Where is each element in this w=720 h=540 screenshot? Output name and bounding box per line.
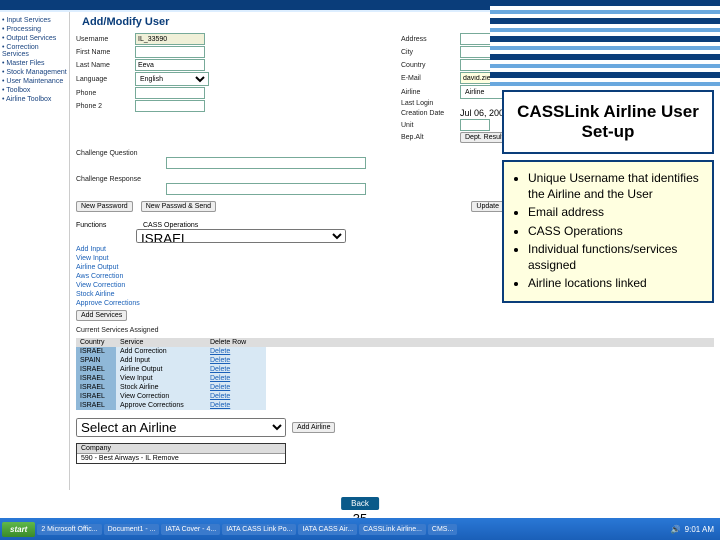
cell-country: ISRAEL	[76, 401, 116, 410]
delete-link[interactable]: Delete	[206, 392, 266, 401]
company-value: 590 - Best Airways - IL Remove	[77, 454, 285, 463]
sidebar-item[interactable]: Output Services	[2, 34, 67, 43]
services-table: Country Service Delete Row ISRAELAdd Cor…	[76, 338, 714, 410]
phone2-label: Phone 2	[76, 103, 131, 110]
taskbar-item[interactable]: 2 Microsoft Offic...	[37, 524, 101, 535]
taskbar-item[interactable]: IATA CASS Link Po...	[222, 524, 296, 535]
unit-input[interactable]	[460, 119, 490, 131]
delete-link[interactable]: Delete	[206, 347, 266, 356]
cell-country: ISRAEL	[76, 374, 116, 383]
back-button[interactable]: Back	[341, 497, 379, 510]
taskbar-item[interactable]: CASSLink Airline...	[359, 524, 426, 535]
city-label: City	[401, 49, 456, 56]
info-panel: CASSLink Airline User Set-up Unique User…	[502, 90, 714, 303]
functions-label: Functions	[76, 222, 131, 229]
cell-service: Approve Corrections	[116, 401, 206, 410]
sidebar-item[interactable]: Airline Toolbox	[2, 95, 67, 104]
delete-link[interactable]: Delete	[206, 383, 266, 392]
airline-select[interactable]: Select an Airline	[76, 418, 286, 437]
challenge-q-input[interactable]	[166, 157, 366, 169]
creation-label: Creation Date	[401, 110, 456, 117]
cell-country: ISRAEL	[76, 392, 116, 401]
add-airline-button[interactable]: Add Airline	[292, 422, 335, 433]
cell-country: SPAIN	[76, 356, 116, 365]
sidebar-item[interactable]: Toolbox	[2, 86, 67, 95]
taskbar-item[interactable]: Document1 - ...	[104, 524, 160, 535]
sidebar-item[interactable]: Master Files	[2, 59, 67, 68]
taskbar-item[interactable]: IATA Cover - 4...	[161, 524, 220, 535]
delete-link[interactable]: Delete	[206, 365, 266, 374]
bepalt-label: Bep.Alt	[401, 134, 456, 141]
cell-service: Stock Airline	[116, 383, 206, 392]
info-bullet: Email address	[528, 204, 702, 220]
cell-service: View Input	[116, 374, 206, 383]
country-label: Country	[401, 62, 456, 69]
language-select[interactable]: English	[135, 72, 209, 86]
new-password-button[interactable]: New Password	[76, 201, 133, 212]
sidebar-item[interactable]: User Maintenance	[2, 77, 67, 86]
lastlogin-label: Last Login	[401, 100, 456, 107]
first-label: First Name	[76, 49, 131, 56]
phone-label: Phone	[76, 90, 131, 97]
delete-link[interactable]: Delete	[206, 374, 266, 383]
table-row: ISRAELApprove CorrectionsDelete	[76, 401, 714, 410]
company-box: Company 590 - Best Airways - IL Remove	[76, 443, 286, 464]
last-label: Last Name	[76, 62, 131, 69]
sidebar-item[interactable]: Correction Services	[2, 43, 67, 59]
company-header: Company	[77, 444, 285, 454]
last-input[interactable]	[135, 59, 205, 71]
th-delete: Delete Row	[206, 338, 266, 347]
info-bullet: Airline locations linked	[528, 275, 702, 291]
cell-service: View Correction	[116, 392, 206, 401]
add-services-button[interactable]: Add Services	[76, 310, 127, 321]
clock: 9:01 AM	[685, 525, 714, 534]
tray-icon: 🔊	[671, 525, 681, 534]
info-title: CASSLink Airline User Set-up	[502, 90, 714, 154]
start-button[interactable]: start	[2, 522, 35, 537]
cell-service: Airline Output	[116, 365, 206, 374]
type-label: Airline	[401, 89, 456, 96]
th-service: Service	[116, 338, 206, 347]
cass-ops-label: CASS Operations	[143, 222, 198, 229]
sidebar-item[interactable]: Input Services	[2, 16, 67, 25]
cell-service: Add Input	[116, 356, 206, 365]
delete-link[interactable]: Delete	[206, 356, 266, 365]
sidebar: Add/Modify User Input ServicesProcessing…	[0, 12, 70, 490]
info-bullet: Unique Username that identifies the Airl…	[528, 170, 702, 202]
new-password-send-button[interactable]: New Passwd & Send	[141, 201, 216, 212]
sidebar-item[interactable]: Stock Management	[2, 68, 67, 77]
cell-service: Add Correction	[116, 347, 206, 356]
update-button[interactable]: Update	[471, 201, 504, 212]
table-row: ISRAELStock AirlineDelete	[76, 383, 714, 392]
address-label: Address	[401, 36, 456, 43]
sidebar-item[interactable]: Processing	[2, 25, 67, 34]
cell-country: ISRAEL	[76, 347, 116, 356]
username-input[interactable]	[135, 33, 205, 45]
delete-link[interactable]: Delete	[206, 401, 266, 410]
taskbar-item[interactable]: IATA CASS Air...	[298, 524, 357, 535]
taskbar-item[interactable]: CMS...	[428, 524, 457, 535]
cell-country: ISRAEL	[76, 383, 116, 392]
table-row: ISRAELAirline OutputDelete	[76, 365, 714, 374]
info-bullet: Individual functions/services assigned	[528, 241, 702, 273]
taskbar: start 2 Microsoft Offic...Document1 - ..…	[0, 518, 720, 540]
phone-input[interactable]	[135, 87, 205, 99]
username-label: Username	[76, 36, 131, 43]
phone2-input[interactable]	[135, 100, 205, 112]
th-country: Country	[76, 338, 116, 347]
table-row: ISRAELView CorrectionDelete	[76, 392, 714, 401]
email-label: E-Mail	[401, 75, 456, 82]
challenge-r-input[interactable]	[166, 183, 366, 195]
language-label: Language	[76, 76, 131, 83]
table-row: ISRAELAdd CorrectionDelete	[76, 347, 714, 356]
table-row: SPAINAdd InputDelete	[76, 356, 714, 365]
info-bullet: CASS Operations	[528, 223, 702, 239]
unit-label: Unit	[401, 122, 456, 129]
system-tray: 🔊 9:01 AM	[671, 525, 718, 534]
current-services-label: Current Services Assigned	[76, 327, 714, 334]
table-row: ISRAELView InputDelete	[76, 374, 714, 383]
cass-ops-select[interactable]: ISRAEL	[136, 229, 346, 243]
first-input[interactable]	[135, 46, 205, 58]
cell-country: ISRAEL	[76, 365, 116, 374]
